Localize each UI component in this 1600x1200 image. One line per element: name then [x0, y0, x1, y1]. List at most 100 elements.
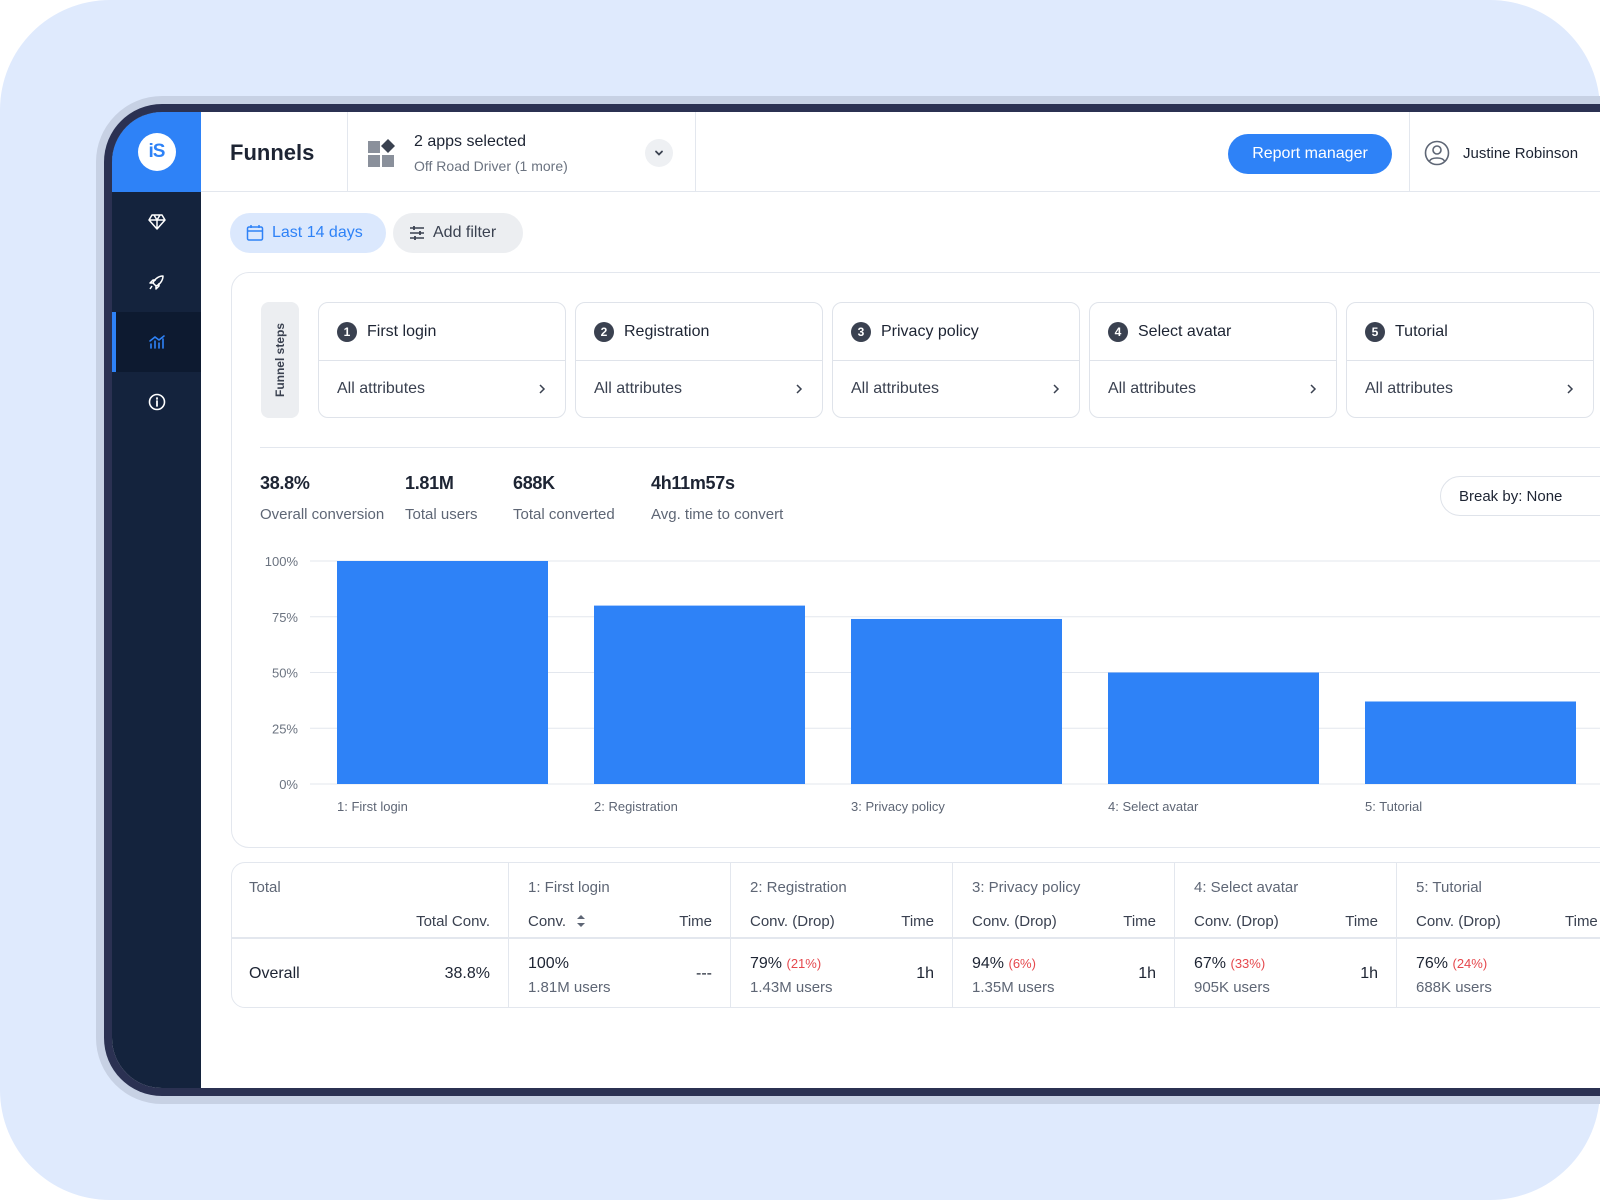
funnel-chart-icon	[148, 335, 165, 349]
step-name: Privacy policy	[881, 322, 979, 340]
funnel-bar-chart: 100% 75% 50% 25% 0% 1: First login 2: Registra…	[265, 554, 1600, 814]
step-number-badge: 4	[1108, 321, 1128, 342]
add-filter-button[interactable]: Add filter	[393, 213, 523, 253]
chart-bar[interactable]	[851, 618, 1062, 784]
table-total-value: 38.8%	[444, 965, 490, 982]
x-tick-label: 3: Privacy policy	[851, 799, 945, 814]
stat-label: Total users	[405, 506, 478, 523]
chart-bar[interactable]	[1108, 672, 1319, 785]
step-number-badge: 1	[337, 321, 357, 342]
stat-total-users: 1.81M Total users	[405, 473, 478, 523]
table-users-value: 1.81M users	[528, 979, 611, 996]
funnel-steps-tab[interactable]: Funnel steps	[261, 302, 299, 418]
stat-value: 4h11m57s	[651, 473, 735, 493]
table-group-header: 3: Privacy policy	[972, 879, 1081, 896]
stat-label: Avg. time to convert	[651, 506, 784, 523]
funnel-step-card[interactable]: 5 Tutorial All attributes	[1346, 302, 1594, 418]
table-users-value: 1.43M users	[750, 979, 833, 996]
table-row-label: Overall	[249, 965, 300, 982]
chevron-right-icon	[796, 384, 803, 394]
sidebar-item-diamond[interactable]	[112, 192, 201, 252]
divider	[347, 112, 348, 192]
table-sub-header: Conv. (Drop)	[750, 913, 835, 930]
break-by-dropdown[interactable]: Break by: None	[1440, 476, 1600, 516]
stat-value: 1.81M	[405, 473, 454, 493]
table-sub-header: Conv. (Drop)	[1416, 913, 1501, 930]
chart-bar[interactable]	[337, 561, 548, 784]
funnel-steps-label: Funnel steps	[273, 322, 288, 398]
conv-percent: 94%	[972, 955, 1005, 972]
table-group-header: 1: First login	[528, 879, 610, 896]
table-users-value: 905K users	[1194, 979, 1270, 996]
table-time-header: Time	[679, 913, 712, 930]
y-tick-label: 75%	[272, 610, 298, 625]
step-number-badge: 3	[851, 321, 871, 342]
step-attributes-row[interactable]: All attributes	[576, 361, 822, 417]
date-range-label: Last 14 days	[272, 224, 363, 241]
apps-selected-subtitle: Off Road Driver (1 more)	[414, 158, 568, 174]
table-time-header: Time	[1123, 913, 1156, 930]
sidebar-item-funnels[interactable]	[112, 312, 201, 372]
page-title: Funnels	[230, 140, 315, 165]
table-sub-header[interactable]: Conv.	[528, 913, 586, 930]
table-step-column: 2: Registration Conv. (Drop) Time 79% (2…	[731, 863, 953, 1007]
step-number-badge: 2	[594, 321, 614, 342]
funnel-step-card[interactable]: 3 Privacy policy All attributes	[832, 302, 1080, 418]
table-step-column: 5: Tutorial Conv. (Drop) Time 76% (24%) …	[1397, 863, 1600, 1007]
step-number-badge: 5	[1365, 321, 1385, 342]
funnel-step-card[interactable]: 4 Select avatar All attributes	[1089, 302, 1337, 418]
date-range-chip[interactable]: Last 14 days	[230, 213, 386, 253]
sort-icon[interactable]	[576, 914, 586, 928]
step-attributes-row[interactable]: All attributes	[319, 361, 565, 417]
chart-bar[interactable]	[1365, 701, 1576, 784]
conv-percent: 76%	[1416, 955, 1449, 972]
stat-total-converted: 688K Total converted	[513, 473, 615, 523]
sidebar-item-rocket[interactable]	[112, 252, 201, 312]
table-step-column: 3: Privacy policy Conv. (Drop) Time 94% …	[953, 863, 1175, 1007]
card-divider	[260, 447, 1600, 448]
top-bar: Funnels 2 apps selected Off Road Driver …	[201, 112, 1600, 192]
drop-percent: (6%)	[1008, 956, 1036, 971]
step-name: Tutorial	[1395, 322, 1448, 340]
user-avatar-icon[interactable]	[1424, 140, 1450, 166]
apps-dropdown-button[interactable]	[645, 139, 673, 167]
funnel-step-card[interactable]: 1 First login All attributes	[318, 302, 566, 418]
apps-icon	[368, 139, 395, 167]
step-attributes-row[interactable]: All attributes	[1347, 361, 1593, 417]
report-manager-button[interactable]: Report manager	[1228, 134, 1392, 174]
chevron-down-icon	[655, 150, 663, 156]
y-tick-label: 0%	[279, 777, 298, 792]
step-name: Select avatar	[1138, 322, 1232, 340]
stat-avg-time: 4h11m57s Avg. time to convert	[651, 473, 783, 523]
conv-header-label: Conv.	[528, 913, 567, 930]
user-name[interactable]: Justine Robinson	[1463, 145, 1578, 162]
chart-bar[interactable]	[594, 605, 805, 784]
y-tick-label: 50%	[272, 666, 298, 681]
divider	[1409, 112, 1410, 192]
step-attributes-row[interactable]: All attributes	[833, 361, 1079, 417]
table-total-column: Total Total Conv. Overall 38.8%	[232, 863, 509, 1007]
conv-percent: 67%	[1194, 955, 1227, 972]
funnel-table: Total Total Conv. Overall 38.8% 1: First…	[231, 862, 1600, 1008]
step-attributes-row[interactable]: All attributes	[1090, 361, 1336, 417]
table-time-header: Time	[1345, 913, 1378, 930]
table-group-header: Total	[249, 879, 281, 896]
funnel-step-card[interactable]: 2 Registration All attributes	[575, 302, 823, 418]
sidebar-item-info[interactable]	[112, 372, 201, 432]
table-users-value: 1.35M users	[972, 979, 1055, 996]
stat-value: 688K	[513, 473, 555, 493]
drop-percent: (24%)	[1452, 956, 1488, 971]
chevron-right-icon	[1567, 384, 1574, 394]
logo-cell[interactable]: iS	[112, 112, 201, 192]
conv-percent: 79%	[750, 955, 783, 972]
sliders-icon	[410, 226, 424, 240]
apps-selected-title[interactable]: 2 apps selected	[414, 133, 526, 151]
stat-label: Overall conversion	[260, 506, 385, 523]
y-tick-label: 25%	[272, 721, 298, 736]
table-conv-value: 79% (21%)	[750, 955, 821, 973]
table-conv-value: 76% (24%)	[1416, 955, 1487, 973]
add-filter-label: Add filter	[433, 224, 497, 241]
step-name: Registration	[624, 322, 710, 340]
table-users-value: 688K users	[1416, 979, 1492, 996]
table-step-column: 4: Select avatar Conv. (Drop) Time 67% (…	[1175, 863, 1397, 1007]
